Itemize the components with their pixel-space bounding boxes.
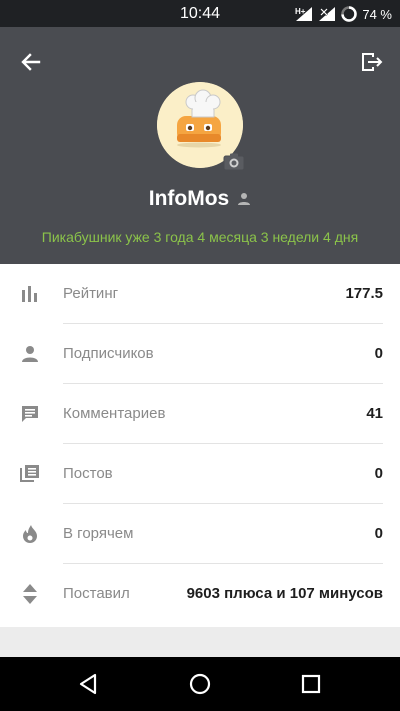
arrow-left-icon — [21, 53, 41, 71]
status-icons: H+ 74 % — [294, 4, 392, 24]
stat-label: Поставил — [63, 585, 130, 602]
stats-list: Рейтинг 177.5 Подписчиков 0 Комментариев… — [0, 264, 400, 627]
up-down-icon — [23, 584, 37, 604]
stat-label: В горячем — [63, 525, 134, 542]
username-row: InfoMos — [0, 187, 400, 211]
nav-home-circle-icon — [189, 673, 211, 695]
nav-back-button[interactable] — [77, 672, 101, 696]
stat-label: Рейтинг — [63, 285, 119, 302]
tenure-text: Пикабушник уже 3 года 4 месяца 3 недели … — [41, 229, 359, 245]
nav-recents-square-icon — [301, 674, 321, 694]
stat-row-comments[interactable]: Комментариев 41 — [0, 384, 400, 444]
comment-icon — [22, 406, 38, 422]
network-type-label: H+ — [295, 7, 306, 16]
stat-row-votes: Поставил 9603 плюса и 107 минусов — [0, 564, 400, 624]
stat-value: 9603 плюса и 107 минусов — [186, 585, 383, 602]
person-icon — [22, 346, 38, 362]
stat-label: Постов — [63, 465, 113, 482]
nav-back-triangle-icon — [79, 673, 97, 695]
stat-value: 0 — [374, 345, 383, 362]
avatar[interactable] — [157, 82, 245, 171]
back-button[interactable] — [16, 47, 46, 77]
posts-stack-icon — [20, 465, 39, 482]
stat-label: Подписчиков — [63, 345, 154, 362]
person-icon — [238, 193, 251, 205]
logout-button[interactable] — [356, 47, 386, 77]
stat-label: Комментариев — [63, 405, 166, 422]
signal-icon: H+ — [294, 6, 314, 22]
stat-value: 177.5 — [345, 285, 383, 302]
logout-icon — [362, 53, 383, 71]
bar-chart-icon — [22, 286, 37, 302]
profile-header: InfoMos Пикабушник уже 3 года 4 месяца 3… — [0, 27, 400, 264]
no-signal-icon — [318, 6, 336, 22]
nav-home-button[interactable] — [188, 672, 212, 696]
stat-row-rating: Рейтинг 177.5 — [0, 264, 400, 324]
status-bar: 10:44 H+ 74 % — [0, 0, 400, 27]
battery-ring-icon — [340, 5, 358, 23]
stat-value: 41 — [366, 405, 383, 422]
stat-value: 0 — [374, 465, 383, 482]
stat-row-hot[interactable]: В горячем 0 — [0, 504, 400, 564]
stat-row-posts[interactable]: Постов 0 — [0, 444, 400, 504]
username: InfoMos — [148, 187, 230, 210]
navigation-bar — [0, 657, 400, 711]
flame-icon — [23, 525, 37, 543]
battery-percent: 74 % — [362, 6, 392, 22]
stat-value: 0 — [374, 525, 383, 542]
stat-row-subscribers[interactable]: Подписчиков 0 — [0, 324, 400, 384]
nav-recents-button[interactable] — [299, 672, 323, 696]
camera-icon[interactable] — [223, 152, 245, 172]
